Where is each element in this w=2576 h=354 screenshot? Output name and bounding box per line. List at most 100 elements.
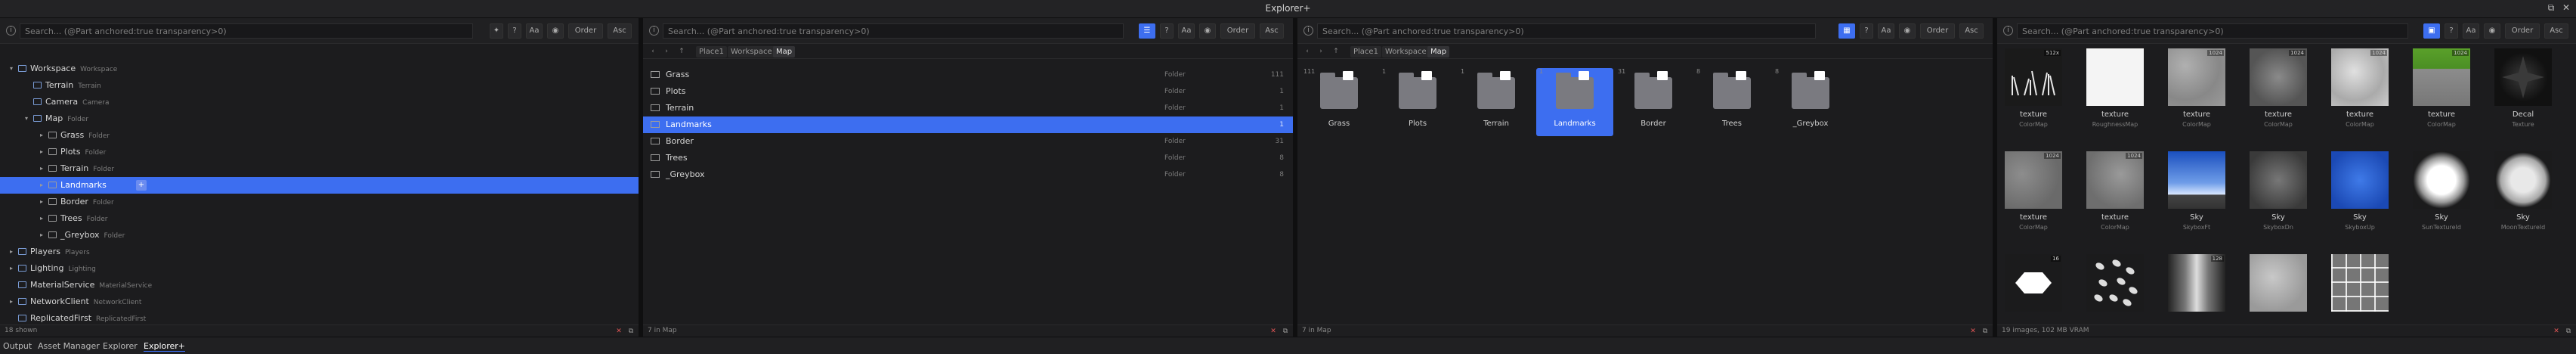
expand-arrow-icon[interactable]: ▸	[38, 177, 45, 194]
tree-row[interactable]: ▸ Landmarks +	[0, 177, 639, 194]
regex-button[interactable]: ?	[508, 23, 521, 39]
expand-arrow-icon[interactable]: ▸	[38, 127, 45, 144]
regex-button[interactable]: ?	[1860, 23, 1873, 39]
restore-icon[interactable]: ⧉	[2545, 2, 2557, 14]
info-icon[interactable]: i	[1303, 26, 1313, 36]
texture-tile[interactable]: Sky MoonTextureId	[2491, 151, 2555, 242]
tree-row[interactable]: ▸ Grass Folder	[0, 127, 639, 144]
visibility-button[interactable]: ◉	[1899, 23, 1916, 39]
order-button[interactable]: Order	[1220, 23, 1255, 39]
tab-explorer[interactable]: Explorer	[103, 341, 138, 351]
case-button[interactable]: Aa	[1878, 23, 1894, 39]
texture-tile[interactable]: 1024 texture ColorMap	[2247, 48, 2310, 139]
list-row[interactable]: Grass Folder 111	[643, 67, 1293, 83]
forward-icon[interactable]: ›	[1316, 46, 1326, 57]
tree-row[interactable]: Camera Camera	[0, 94, 639, 110]
list-view-button[interactable]: ☰	[1139, 23, 1155, 39]
case-button[interactable]: Aa	[526, 23, 543, 39]
list-row[interactable]: Border Folder 31	[643, 133, 1293, 150]
breadcrumb-item[interactable]: Map	[1427, 46, 1450, 57]
folder-tile[interactable]: 1 Plots	[1379, 68, 1456, 136]
tree-row[interactable]: ▸ Terrain Folder	[0, 160, 639, 177]
expand-arrow-icon[interactable]: ▸	[8, 293, 15, 310]
breadcrumb-item[interactable]: Workspace	[728, 46, 775, 57]
tree-row[interactable]: ▸ _Greybox Folder	[0, 227, 639, 244]
back-icon[interactable]: ‹	[648, 46, 658, 57]
visibility-button[interactable]: ◉	[547, 23, 564, 39]
texture-tile[interactable]: 1024 texture ColorMap	[2165, 48, 2228, 139]
asc-button[interactable]: Asc	[608, 23, 632, 39]
texture-tile[interactable]: Sky SkyboxFt	[2165, 151, 2228, 242]
tree-row[interactable]: ▸ Lighting Lighting	[0, 260, 639, 277]
copy-icon[interactable]: ⧉	[2564, 327, 2573, 336]
expand-arrow-icon[interactable]: ▸	[8, 244, 15, 260]
breadcrumb-item[interactable]: Workspace	[1382, 46, 1430, 57]
tab-asset-manager[interactable]: Asset Manager	[38, 341, 100, 351]
breadcrumb-item[interactable]: Map	[773, 46, 796, 57]
up-icon[interactable]: ↑	[1331, 46, 1341, 57]
regex-button[interactable]: ?	[2445, 23, 2458, 39]
expand-arrow-icon[interactable]: ▸	[38, 144, 45, 160]
texture-tile[interactable]: 1024 texture ColorMap	[2328, 48, 2392, 139]
visibility-button[interactable]: ◉	[2484, 23, 2500, 39]
back-icon[interactable]: ‹	[1302, 46, 1313, 57]
list-row[interactable]: Terrain Folder 1	[643, 100, 1293, 116]
close-icon[interactable]: ✕	[2560, 2, 2572, 13]
clear-icon[interactable]: ✕	[1968, 327, 1978, 336]
texture-tile[interactable]: Decal Texture	[2491, 48, 2555, 139]
star-button[interactable]: ✦	[490, 23, 503, 39]
tab-explorer-plus[interactable]: Explorer+	[144, 341, 186, 352]
tree-row[interactable]: ▸ Players Players	[0, 244, 639, 260]
visibility-button[interactable]: ◉	[1199, 23, 1216, 39]
copy-icon[interactable]: ⧉	[626, 327, 635, 336]
tree-row[interactable]: ▸ NetworkClient NetworkClient	[0, 293, 639, 310]
texture-tile[interactable]: Sky SunTextureId	[2410, 151, 2473, 242]
case-button[interactable]: Aa	[1178, 23, 1195, 39]
case-button[interactable]: Aa	[2463, 23, 2479, 39]
expand-arrow-icon[interactable]: ▾	[23, 110, 30, 127]
tree-row[interactable]: ▸ Trees Folder	[0, 210, 639, 227]
order-button[interactable]: Order	[2505, 23, 2540, 39]
search-input[interactable]	[2017, 23, 2408, 39]
texture-tile[interactable]: 1024 texture ColorMap	[2083, 151, 2147, 242]
tree-row[interactable]: Terrain Terrain	[0, 77, 639, 94]
search-input[interactable]	[20, 23, 473, 39]
folder-tile[interactable]: 111 Grass	[1300, 68, 1378, 136]
folder-tile[interactable]: 1 Terrain	[1458, 68, 1535, 136]
tree-row[interactable]: ▸ Border Folder	[0, 194, 639, 210]
folder-tile[interactable]: 8 Trees	[1693, 68, 1770, 136]
tab-output[interactable]: Output	[3, 341, 32, 351]
list-row[interactable]: Landmarks 1	[643, 116, 1293, 133]
tree-row[interactable]: MaterialService MaterialService	[0, 277, 639, 293]
forward-icon[interactable]: ›	[661, 46, 672, 57]
clear-icon[interactable]: ✕	[2552, 327, 2561, 336]
breadcrumb-item[interactable]: Place1	[696, 46, 727, 57]
tree-row[interactable]: ▾ Workspace Workspace	[0, 61, 639, 77]
order-button[interactable]: Order	[568, 23, 603, 39]
folder-tile[interactable]: 8 _Greybox	[1772, 68, 1849, 136]
asc-button[interactable]: Asc	[2544, 23, 2568, 39]
breadcrumb-item[interactable]: Place1	[1350, 46, 1381, 57]
expand-arrow-icon[interactable]: ▾	[8, 61, 15, 77]
clear-icon[interactable]: ✕	[1269, 327, 1278, 336]
expand-arrow-icon[interactable]: ▸	[38, 227, 45, 244]
up-icon[interactable]: ↑	[676, 46, 687, 57]
texture-tile[interactable]: 1024 texture ColorMap	[2002, 151, 2065, 242]
asc-button[interactable]: Asc	[1260, 23, 1284, 39]
folder-tile[interactable]: 1 Landmarks	[1536, 68, 1613, 136]
expand-arrow-icon[interactable]: ▸	[38, 210, 45, 227]
clear-icon[interactable]: ✕	[614, 327, 623, 336]
search-input[interactable]	[1317, 23, 1816, 39]
expand-arrow-icon[interactable]: ▸	[8, 260, 15, 277]
list-row[interactable]: Trees Folder 8	[643, 150, 1293, 166]
copy-icon[interactable]: ⧉	[1281, 327, 1290, 336]
texture-tile[interactable]: Sky SkyboxDn	[2247, 151, 2310, 242]
order-button[interactable]: Order	[1920, 23, 1955, 39]
image-view-button[interactable]: ▣	[2423, 23, 2440, 39]
asc-button[interactable]: Asc	[1959, 23, 1984, 39]
list-row[interactable]: _Greybox Folder 8	[643, 166, 1293, 183]
copy-icon[interactable]: ⧉	[1981, 327, 1990, 336]
texture-tile[interactable]: 1024 texture ColorMap	[2410, 48, 2473, 139]
info-icon[interactable]: i	[2003, 26, 2013, 36]
info-icon[interactable]: i	[649, 26, 659, 36]
